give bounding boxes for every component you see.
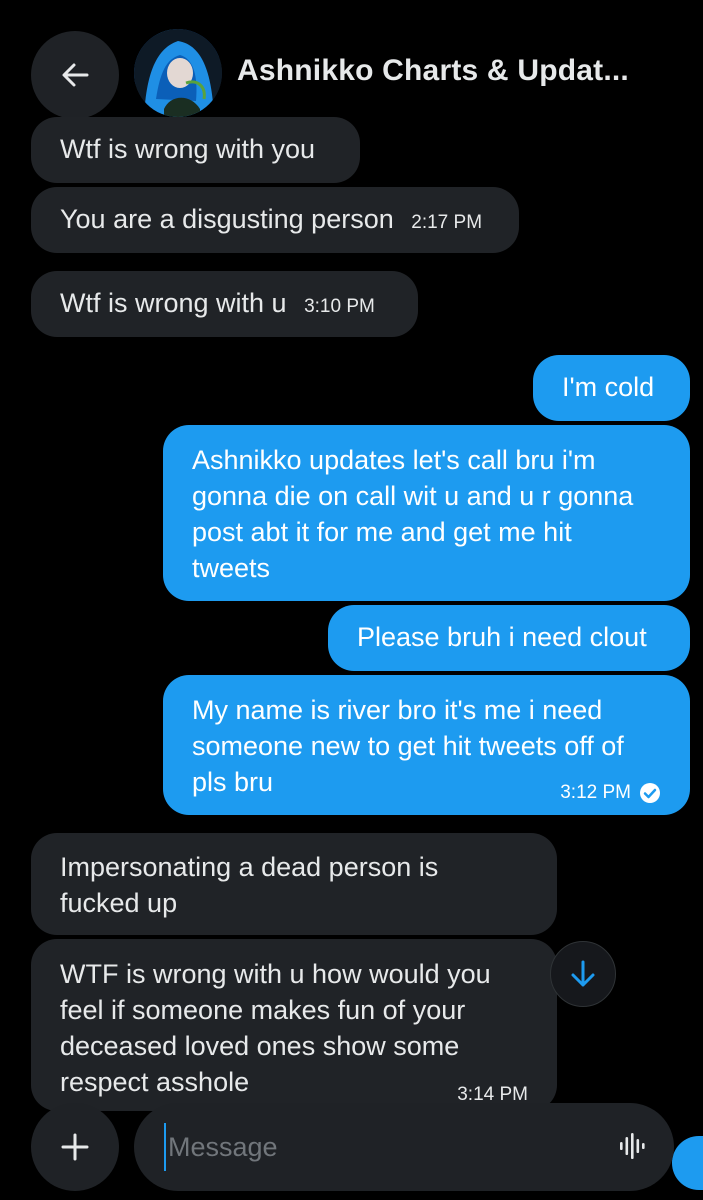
message-bubble-sent[interactable]: Please bruh i need clout bbox=[328, 605, 690, 671]
message-bubble-sent[interactable]: I'm cold bbox=[533, 355, 690, 421]
message-text-line: fucked up bbox=[60, 888, 178, 918]
conversation-header: Ashnikko Charts & Updat... bbox=[0, 0, 703, 120]
message-bubble-received[interactable]: You are a disgusting person 2:17 PM bbox=[31, 187, 519, 253]
arrow-left-icon bbox=[62, 63, 89, 87]
message-input-container bbox=[134, 1103, 674, 1191]
message-text-line: Ashnikko updates let's call bru i'm bbox=[192, 445, 596, 475]
message-text-line: tweets bbox=[192, 553, 271, 583]
message-bubble-sent[interactable]: My name is river bro it's me i need some… bbox=[163, 675, 690, 815]
message-text-line: someone new to get hit tweets off of bbox=[192, 731, 624, 761]
message-bubble-received[interactable]: Wtf is wrong with u 3:10 PM bbox=[31, 271, 418, 337]
conversation-title[interactable]: Ashnikko Charts & Updat... bbox=[237, 54, 629, 88]
message-text-line: feel if someone makes fun of your bbox=[60, 995, 466, 1025]
message-input[interactable] bbox=[164, 1123, 590, 1171]
add-attachment-button[interactable] bbox=[31, 1103, 119, 1191]
message-timestamp: 2:17 PM bbox=[411, 212, 483, 233]
message-text: Wtf is wrong with u bbox=[60, 288, 287, 318]
message-text-line: Impersonating a dead person is bbox=[60, 852, 439, 882]
message-text-line: WTF is wrong with u how would you bbox=[60, 959, 491, 989]
arrow-down-icon bbox=[571, 960, 595, 987]
voice-waveform-icon[interactable] bbox=[618, 1131, 646, 1161]
message-text: Please bruh i need clout bbox=[357, 622, 647, 652]
back-button[interactable] bbox=[31, 31, 119, 119]
message-text-line: My name is river bro it's me i need bbox=[192, 695, 603, 725]
message-text: I'm cold bbox=[562, 372, 655, 402]
message-text-line: deceased loved ones show some bbox=[60, 1031, 460, 1061]
message-bubble-sent[interactable]: Ashnikko updates let's call bru i'm gonn… bbox=[163, 425, 690, 601]
scroll-to-bottom-button[interactable] bbox=[550, 941, 616, 1007]
message-timestamp: 3:12 PM bbox=[560, 782, 631, 803]
message-text-line: post abt it for me and get me hit bbox=[192, 517, 572, 547]
check-circle-icon bbox=[640, 783, 660, 803]
message-text-line: gonna die on call wit u and u r gonna bbox=[192, 481, 634, 511]
plus-icon bbox=[61, 1133, 89, 1161]
message-text: Wtf is wrong with you bbox=[60, 134, 316, 164]
message-bubble-received[interactable]: Wtf is wrong with you bbox=[31, 117, 360, 183]
message-bubble-received[interactable]: WTF is wrong with u how would you feel i… bbox=[31, 939, 557, 1111]
message-timestamp: 3:10 PM bbox=[304, 296, 375, 317]
avatar[interactable] bbox=[134, 29, 222, 117]
message-text: You are a disgusting person bbox=[60, 204, 394, 234]
avatar-image bbox=[134, 29, 222, 117]
message-bubble-received[interactable]: Impersonating a dead person is fucked up bbox=[31, 833, 557, 935]
